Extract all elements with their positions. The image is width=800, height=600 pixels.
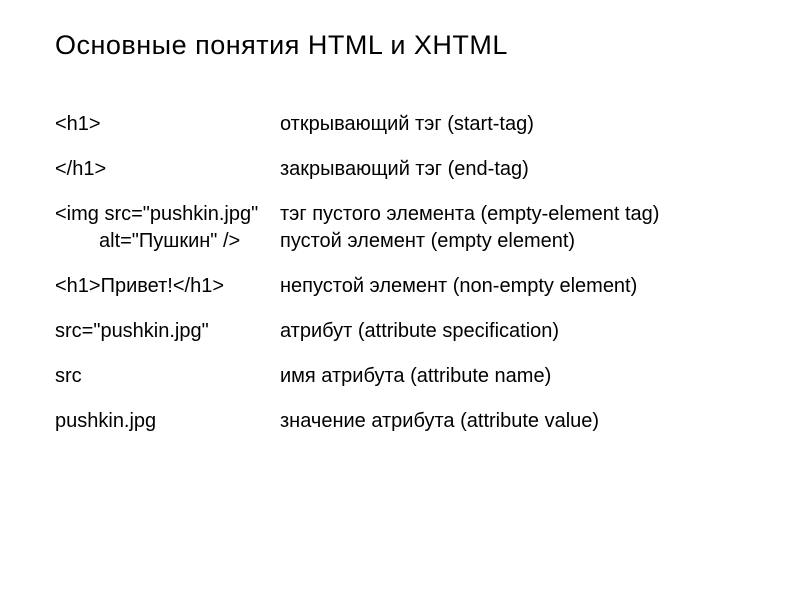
definition-cell: открывающий тэг (start-tag) bbox=[280, 111, 750, 138]
concept-row: src имя атрибута (attribute name) bbox=[55, 363, 750, 390]
concept-row: src="pushkin.jpg" атрибут (attribute spe… bbox=[55, 318, 750, 345]
definition-cell: атрибут (attribute specification) bbox=[280, 318, 750, 345]
definition-line-1: тэг пустого элемента (empty-element tag) bbox=[280, 203, 659, 225]
example-cell: pushkin.jpg bbox=[55, 408, 280, 435]
definition-cell: непустой элемент (non-empty element) bbox=[280, 273, 750, 300]
slide: Основные понятия HTML и XHTML <h1> откры… bbox=[0, 0, 800, 483]
definition-cell: имя атрибута (attribute name) bbox=[280, 363, 750, 390]
example-line-1: <img src="pushkin.jpg" bbox=[55, 203, 258, 225]
definition-cell: значение атрибута (attribute value) bbox=[280, 408, 750, 435]
example-cell: src bbox=[55, 363, 280, 390]
example-cell: <h1> bbox=[55, 111, 280, 138]
concept-row: pushkin.jpg значение атрибута (attribute… bbox=[55, 408, 750, 435]
example-cell: src="pushkin.jpg" bbox=[55, 318, 280, 345]
example-cell: <h1>Привет!</h1> bbox=[55, 273, 280, 300]
definition-line-2: пустой элемент (empty element) bbox=[280, 230, 575, 252]
page-title: Основные понятия HTML и XHTML bbox=[55, 30, 750, 61]
example-cell: </h1> bbox=[55, 156, 280, 183]
concept-row: </h1> закрывающий тэг (end-tag) bbox=[55, 156, 750, 183]
definition-cell: тэг пустого элемента (empty-element tag)… bbox=[280, 201, 750, 255]
concept-row: <img src="pushkin.jpg" alt="Пушкин" /> т… bbox=[55, 201, 750, 255]
concept-row: <h1>Привет!</h1> непустой элемент (non-e… bbox=[55, 273, 750, 300]
example-line-2: alt="Пушкин" /> bbox=[55, 228, 280, 255]
example-cell: <img src="pushkin.jpg" alt="Пушкин" /> bbox=[55, 201, 280, 255]
concept-row: <h1> открывающий тэг (start-tag) bbox=[55, 111, 750, 138]
definition-cell: закрывающий тэг (end-tag) bbox=[280, 156, 750, 183]
